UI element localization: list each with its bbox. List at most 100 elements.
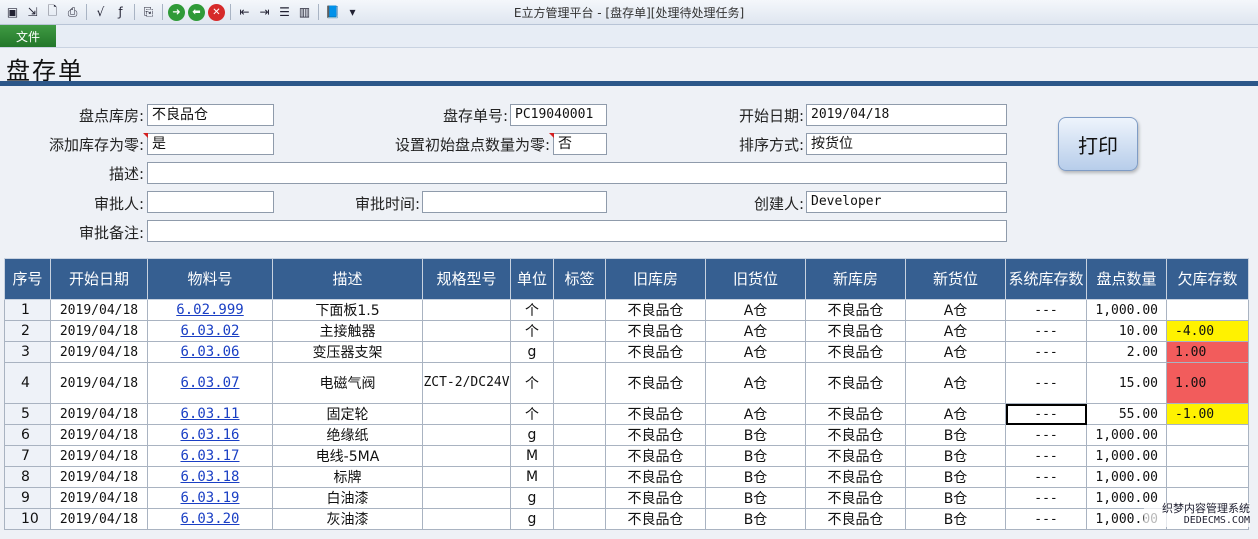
cell-new-location[interactable]: A仓 — [905, 299, 1006, 321]
cell-tag[interactable] — [553, 320, 606, 342]
cell-old-location[interactable]: B仓 — [705, 424, 806, 446]
cell-old-warehouse[interactable]: 不良品仓 — [605, 508, 706, 530]
cell-count-qty[interactable]: 1,000.00 — [1086, 299, 1167, 321]
cell-count-qty[interactable]: 10.00 — [1086, 320, 1167, 342]
cell-description[interactable]: 白油漆 — [272, 487, 423, 509]
col-header-new-location[interactable]: 新货位 — [905, 258, 1006, 300]
cell-description[interactable]: 固定轮 — [272, 403, 423, 425]
cell-old-location[interactable]: B仓 — [705, 487, 806, 509]
col-header-spec[interactable]: 规格型号 — [422, 258, 511, 300]
table-row[interactable]: 10 2019/04/18 6.03.20 灰油漆 g 不良品仓 B仓 不良品仓 B仓 --- 1,… — [4, 508, 1249, 530]
col-header-unit[interactable]: 单位 — [510, 258, 554, 300]
cell-old-location[interactable]: A仓 — [705, 299, 806, 321]
cell-old-warehouse[interactable]: 不良品仓 — [605, 320, 706, 342]
cell-system-stock[interactable]: --- — [1005, 362, 1087, 404]
cell-material-no[interactable]: 6.03.02 — [147, 320, 273, 342]
cell-old-warehouse[interactable]: 不良品仓 — [605, 466, 706, 488]
cell-system-stock[interactable]: --- — [1005, 487, 1087, 509]
cell-shortage[interactable] — [1166, 445, 1249, 467]
cell-old-location[interactable]: B仓 — [705, 466, 806, 488]
cell-material-no[interactable]: 6.03.06 — [147, 341, 273, 363]
cell-old-warehouse[interactable]: 不良品仓 — [605, 362, 706, 404]
creator-input[interactable]: Developer — [806, 191, 1007, 213]
cell-material-no[interactable]: 6.03.07 — [147, 362, 273, 404]
cell-count-qty[interactable]: 55.00 — [1086, 403, 1167, 425]
cell-new-location[interactable]: B仓 — [905, 487, 1006, 509]
cell-count-qty[interactable]: 15.00 — [1086, 362, 1167, 404]
cell-spec[interactable] — [422, 299, 511, 321]
cell-system-stock[interactable]: --- — [1005, 403, 1087, 425]
cell-old-warehouse[interactable]: 不良品仓 — [605, 445, 706, 467]
cell-new-warehouse[interactable]: 不良品仓 — [805, 320, 906, 342]
cell-spec[interactable] — [422, 445, 511, 467]
cell-spec[interactable] — [422, 508, 511, 530]
cell-count-qty[interactable]: 1,000.00 — [1086, 466, 1167, 488]
cell-unit[interactable]: 个 — [510, 362, 554, 404]
cell-shortage[interactable]: -1.00 — [1166, 403, 1249, 425]
cell-new-warehouse[interactable]: 不良品仓 — [805, 487, 906, 509]
cell-material-no[interactable]: 6.03.11 — [147, 403, 273, 425]
cell-material-no[interactable]: 6.03.16 — [147, 424, 273, 446]
cell-new-warehouse[interactable]: 不良品仓 — [805, 508, 906, 530]
cell-new-location[interactable]: B仓 — [905, 424, 1006, 446]
cell-material-no[interactable]: 6.03.18 — [147, 466, 273, 488]
cell-count-qty[interactable]: 1,000.00 — [1086, 424, 1167, 446]
table-row[interactable]: 5 2019/04/18 6.03.11 固定轮个不良品仓 A仓 不良品仓 A仓 --- 55.… — [4, 403, 1249, 425]
cell-old-warehouse[interactable]: 不良品仓 — [605, 299, 706, 321]
cell-spec[interactable] — [422, 320, 511, 342]
cell-system-stock[interactable]: --- — [1005, 341, 1087, 363]
cell-new-location[interactable]: B仓 — [905, 466, 1006, 488]
table-row[interactable]: 6 2019/04/18 6.03.16 绝缘纸 g 不良品仓 B仓 不良品仓 B仓 --- 1,0… — [4, 424, 1249, 446]
cell-shortage[interactable] — [1166, 299, 1249, 321]
print-button[interactable]: 打印 — [1058, 117, 1138, 171]
cell-new-warehouse[interactable]: 不良品仓 — [805, 362, 906, 404]
col-header-description[interactable]: 描述 — [272, 258, 423, 300]
cell-tag[interactable] — [553, 403, 606, 425]
cell-tag[interactable] — [553, 424, 606, 446]
cell-spec[interactable] — [422, 466, 511, 488]
cell-new-location[interactable]: A仓 — [905, 341, 1006, 363]
cell-shortage[interactable]: 1.00 — [1166, 341, 1249, 363]
cell-new-warehouse[interactable]: 不良品仓 — [805, 403, 906, 425]
cell-description[interactable]: 灰油漆 — [272, 508, 423, 530]
cell-old-warehouse[interactable]: 不良品仓 — [605, 424, 706, 446]
cell-shortage[interactable]: 1.00 — [1166, 362, 1249, 404]
cell-unit[interactable]: g — [510, 508, 554, 530]
cell-system-stock[interactable]: --- — [1005, 508, 1087, 530]
cell-old-warehouse[interactable]: 不良品仓 — [605, 403, 706, 425]
cell-new-warehouse[interactable]: 不良品仓 — [805, 466, 906, 488]
cell-unit[interactable]: M — [510, 466, 554, 488]
col-header-count-qty[interactable]: 盘点数量 — [1086, 258, 1167, 300]
col-header-old-location[interactable]: 旧货位 — [705, 258, 806, 300]
start-date-input[interactable]: 2019/04/18 — [806, 104, 1007, 126]
cell-description[interactable]: 电线-5MA — [272, 445, 423, 467]
cell-spec[interactable]: ZCT-2/DC24V — [422, 362, 511, 404]
cell-new-location[interactable]: B仓 — [905, 445, 1006, 467]
cell-old-warehouse[interactable]: 不良品仓 — [605, 341, 706, 363]
cell-system-stock[interactable]: --- — [1005, 320, 1087, 342]
cell-tag[interactable] — [553, 362, 606, 404]
sort-select[interactable]: 按货位 — [806, 133, 1007, 155]
cell-count-qty[interactable]: 2.00 — [1086, 341, 1167, 363]
cell-new-warehouse[interactable]: 不良品仓 — [805, 424, 906, 446]
cell-description[interactable]: 电磁气阀 — [272, 362, 423, 404]
cell-new-location[interactable]: A仓 — [905, 403, 1006, 425]
cell-system-stock[interactable]: --- — [1005, 424, 1087, 446]
cell-tag[interactable] — [553, 341, 606, 363]
cell-unit[interactable]: 个 — [510, 320, 554, 342]
cell-tag[interactable] — [553, 487, 606, 509]
cell-description[interactable]: 标牌 — [272, 466, 423, 488]
cell-description[interactable]: 主接触器 — [272, 320, 423, 342]
cell-count-qty[interactable]: 1,000.00 — [1086, 445, 1167, 467]
cell-system-stock[interactable]: --- — [1005, 299, 1087, 321]
cell-tag[interactable] — [553, 299, 606, 321]
init-zero-select[interactable]: 否 — [553, 133, 607, 155]
cell-tag[interactable] — [553, 466, 606, 488]
cell-spec[interactable] — [422, 487, 511, 509]
table-row[interactable]: 8 2019/04/18 6.03.18 标牌 M 不良品仓 B仓 不良品仓 B仓 --- 1,00… — [4, 466, 1249, 488]
cell-description[interactable]: 下面板1.5 — [272, 299, 423, 321]
cell-new-location[interactable]: A仓 — [905, 320, 1006, 342]
file-menu-button[interactable]: 文件 — [0, 25, 56, 47]
cell-new-location[interactable]: A仓 — [905, 362, 1006, 404]
cell-old-location[interactable]: A仓 — [705, 403, 806, 425]
